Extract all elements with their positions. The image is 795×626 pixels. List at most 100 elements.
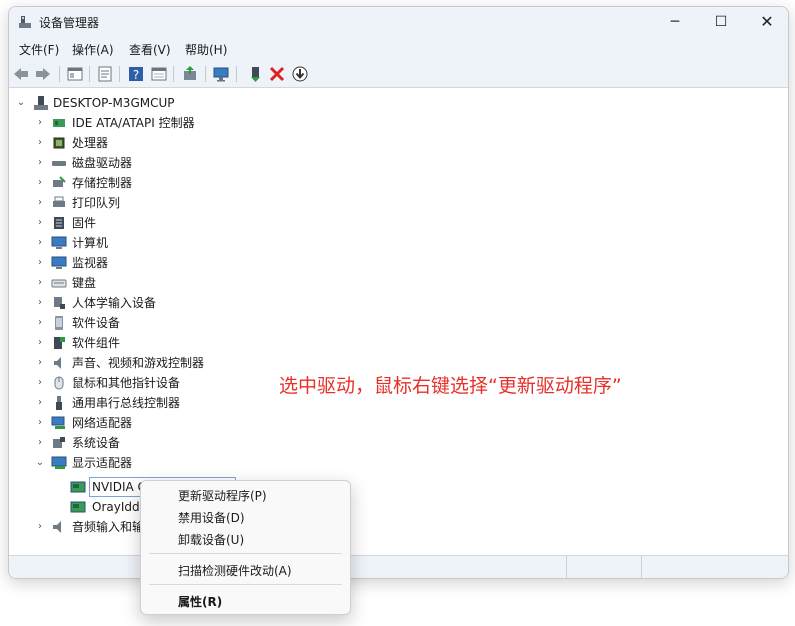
tree-category[interactable]: › 键盘 — [9, 273, 309, 293]
tree-category[interactable]: › 软件设备 — [9, 313, 309, 333]
svg-text:?: ? — [133, 68, 139, 82]
chevron-right-icon[interactable]: › — [35, 413, 45, 433]
ctx-scan-hardware[interactable]: 扫描检测硬件改动(A) — [178, 562, 292, 579]
tree-root[interactable]: ⌄ DESKTOP-M3GMCUP — [9, 93, 309, 113]
tree-category[interactable]: › 磁盘驱动器 — [9, 153, 309, 173]
menu-view[interactable]: 查看(V) — [129, 41, 171, 58]
chevron-right-icon[interactable]: › — [35, 353, 45, 373]
status-segment — [566, 556, 642, 578]
category-label: 键盘 — [72, 276, 97, 290]
chevron-right-icon[interactable]: › — [35, 153, 45, 173]
tree-category[interactable]: › 存储控制器 — [9, 173, 309, 193]
storage-controller-icon — [53, 176, 66, 187]
device-manager-window: 设备管理器 ─ ☐ ✕ 文件(F) 操作(A) 查看(V) 帮助(H) ? ⌄ — [8, 6, 789, 579]
tree-category[interactable]: › 监视器 — [9, 253, 309, 273]
monitor-scan-icon[interactable] — [212, 65, 230, 83]
toolbar-separator — [173, 66, 174, 82]
tree-category[interactable]: › 处理器 — [9, 133, 309, 153]
ctx-disable-device[interactable]: 禁用设备(D) — [178, 509, 245, 526]
device-manager-icon — [19, 16, 31, 28]
view-icon[interactable] — [150, 65, 168, 83]
chevron-right-icon[interactable]: › — [35, 517, 45, 537]
chevron-right-icon[interactable]: › — [35, 173, 45, 193]
tree-category[interactable]: › 网络适配器 — [9, 413, 309, 433]
firmware-icon — [54, 217, 64, 229]
uninstall-icon[interactable] — [268, 65, 286, 83]
minimize-button[interactable]: ─ — [652, 7, 698, 37]
chevron-right-icon[interactable]: › — [35, 393, 45, 413]
category-label: 鼠标和其他指针设备 — [72, 376, 181, 390]
chevron-right-icon[interactable]: › — [35, 293, 45, 313]
display-adapter-icon — [70, 501, 86, 513]
chevron-right-icon[interactable]: › — [35, 273, 45, 293]
monitor-icon — [51, 256, 67, 269]
device-label-orayidd: OrayIdd — [92, 500, 140, 514]
chevron-right-icon[interactable]: › — [35, 313, 45, 333]
computer-icon — [51, 236, 67, 249]
chevron-right-icon[interactable]: › — [35, 373, 45, 393]
disk-drive-icon — [52, 161, 66, 166]
chevron-right-icon[interactable]: › — [35, 133, 45, 153]
network-icon — [51, 416, 65, 429]
usb-icon — [56, 396, 62, 410]
show-hide-tree-icon[interactable] — [66, 65, 84, 83]
menu-bar: 文件(F) 操作(A) 查看(V) 帮助(H) — [9, 37, 788, 61]
chevron-right-icon[interactable]: › — [35, 333, 45, 353]
tree-category[interactable]: › 固件 — [9, 213, 309, 233]
menu-file[interactable]: 文件(F) — [19, 41, 59, 58]
tree-category[interactable]: › 人体学输入设备 — [9, 293, 309, 313]
tree-category[interactable]: › 声音、视频和游戏控制器 — [9, 353, 309, 373]
tree-category[interactable]: › 通用串行总线控制器 — [9, 393, 309, 413]
chevron-right-icon[interactable]: › — [35, 433, 45, 453]
sound-icon — [54, 357, 61, 369]
tree-category[interactable]: ⌄ 显示适配器 — [9, 453, 309, 473]
chevron-right-icon[interactable]: › — [35, 253, 45, 273]
status-bar — [9, 555, 788, 578]
ctx-uninstall-device[interactable]: 卸载设备(U) — [178, 531, 244, 548]
ctx-update-driver[interactable]: 更新驱动程序(P) — [178, 487, 267, 504]
download-icon[interactable] — [291, 65, 309, 83]
help-icon[interactable]: ? — [127, 65, 145, 83]
enable-device-icon[interactable] — [247, 65, 265, 83]
tree-category[interactable]: › 打印队列 — [9, 193, 309, 213]
tree-category[interactable]: › 计算机 — [9, 233, 309, 253]
tree-category[interactable]: › 系统设备 — [9, 433, 309, 453]
instruction-annotation: 选中驱动，鼠标右键选择“更新驱动程序” — [279, 375, 622, 397]
ctx-properties[interactable]: 属性(R) — [178, 593, 222, 610]
audio-io-icon — [53, 521, 61, 533]
ctx-separator — [149, 553, 342, 554]
menu-help[interactable]: 帮助(H) — [185, 41, 227, 58]
forward-icon[interactable] — [34, 65, 52, 83]
display-adapter-icon — [51, 456, 67, 469]
tree-category[interactable]: › 软件组件 — [9, 333, 309, 353]
back-icon[interactable] — [12, 65, 30, 83]
chevron-down-icon[interactable]: ⌄ — [16, 93, 26, 113]
toolbar-separator — [119, 66, 120, 82]
category-label: 固件 — [72, 216, 97, 230]
category-label: 打印队列 — [72, 196, 121, 210]
context-menu: 更新驱动程序(P) 禁用设备(D) 卸载设备(U) 扫描检测硬件改动(A) 属性… — [140, 480, 351, 615]
toolbar-separator — [205, 66, 206, 82]
close-button[interactable]: ✕ — [744, 7, 788, 37]
category-label: 处理器 — [72, 136, 109, 150]
printer-icon — [53, 196, 65, 207]
chevron-right-icon[interactable]: › — [35, 213, 45, 233]
category-label: 通用串行总线控制器 — [72, 396, 181, 410]
system-device-icon — [53, 437, 65, 448]
window-title: 设备管理器 — [39, 16, 100, 30]
tree-category[interactable]: › IDE ATA/ATAPI 控制器 — [9, 113, 309, 133]
properties-icon[interactable] — [96, 65, 114, 83]
chevron-right-icon[interactable]: › — [35, 233, 45, 253]
chevron-down-icon[interactable]: ⌄ — [35, 453, 45, 473]
chevron-right-icon[interactable]: › — [35, 113, 45, 133]
tree-category[interactable]: › 鼠标和其他指针设备 — [9, 373, 309, 393]
chevron-right-icon[interactable]: › — [35, 193, 45, 213]
maximize-button[interactable]: ☐ — [698, 7, 744, 37]
category-label: 计算机 — [72, 236, 109, 250]
toolbar-separator — [236, 66, 237, 82]
menu-action[interactable]: 操作(A) — [72, 41, 114, 58]
update-driver-icon[interactable] — [181, 65, 199, 83]
display-adapter-icon — [70, 481, 86, 493]
category-label: 存储控制器 — [72, 176, 133, 190]
toolbar: ? — [9, 61, 788, 88]
